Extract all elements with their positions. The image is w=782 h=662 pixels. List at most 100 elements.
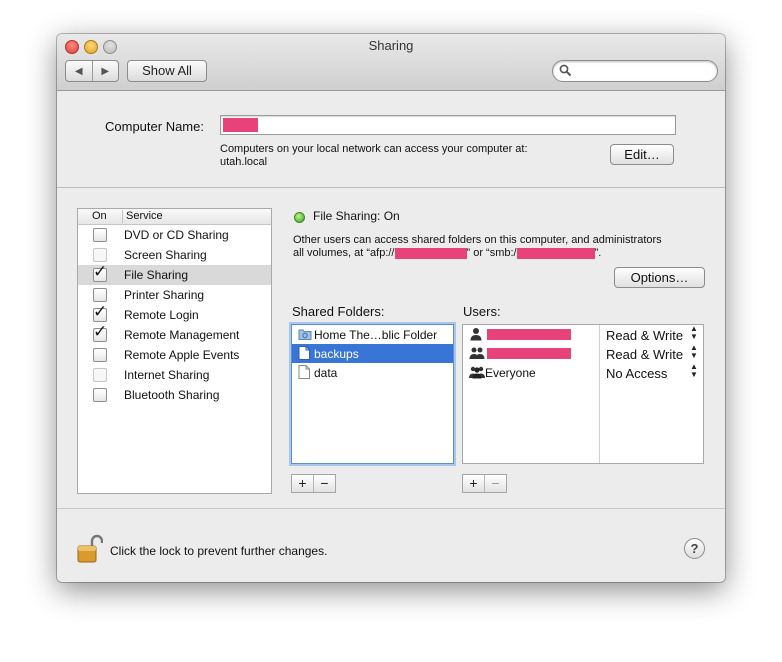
service-item-file-sharing[interactable]: ✓ File Sharing (78, 263, 271, 285)
service-list-header: On Service (78, 209, 271, 225)
checkmark-icon: ✓ (93, 302, 108, 321)
title-bar: Sharing ◀ ▶ Show All (57, 34, 725, 91)
service-name: Bluetooth Sharing (124, 388, 220, 402)
service-checkbox[interactable]: ✓ (93, 303, 107, 322)
service-name: Remote Management (124, 328, 240, 342)
description-line1: Other users can access shared folders on… (293, 234, 662, 246)
updown-arrows-icon[interactable]: ▲ ▼ (690, 363, 698, 379)
service-checkbox[interactable]: ✓ (93, 263, 107, 282)
single-user-icon (469, 327, 483, 344)
redacted-afp-address (394, 247, 467, 259)
folder-name: data (314, 366, 338, 380)
group-icon (469, 346, 485, 363)
service-item-remote-apple-events[interactable]: Remote Apple Events (78, 345, 271, 365)
back-button[interactable]: ◀ (66, 61, 93, 81)
search-icon (559, 64, 572, 77)
edit-button[interactable]: Edit… (610, 144, 674, 165)
user-name: Everyone (485, 366, 536, 380)
shared-folder-item[interactable]: Home The…blic Folder (292, 325, 453, 344)
shared-folders-label: Shared Folders: (292, 304, 385, 319)
forward-button[interactable]: ▶ (93, 61, 119, 81)
description-text-end: ”. (594, 247, 602, 259)
show-all-button[interactable]: Show All (127, 60, 207, 82)
sharing-status: File Sharing: On (313, 209, 400, 223)
remove-user-button[interactable]: − (485, 475, 506, 492)
folder-rows: Home The…blic Folder backups data (292, 325, 453, 382)
user-rows: Read & Write ▲ ▼ Read & Write ▲ ▼ Everyone No A… (463, 325, 703, 382)
user-add-remove: + − (462, 474, 507, 493)
service-item-internet-sharing[interactable]: Internet Sharing (78, 365, 271, 385)
service-checkbox[interactable] (93, 288, 107, 302)
local-hostname: utah.local (220, 156, 268, 168)
user-item[interactable]: Read & Write ▲ ▼ (463, 344, 703, 363)
service-name: DVD or CD Sharing (124, 228, 229, 242)
redacted-user-name (487, 329, 571, 340)
checkmark-icon: ✓ (93, 262, 108, 281)
window-title: Sharing (368, 38, 414, 53)
everyone-icon (469, 365, 485, 382)
computer-name-description-line1: Computers on your local network can acce… (220, 143, 528, 155)
add-folder-button[interactable]: + (292, 475, 314, 492)
service-checkbox[interactable] (93, 248, 107, 262)
column-header-service[interactable]: Service (122, 210, 163, 223)
column-header-on[interactable]: On (92, 210, 107, 222)
service-checkbox[interactable] (93, 368, 107, 382)
computer-name-label: Computer Name: (105, 119, 204, 134)
service-checkbox[interactable] (93, 388, 107, 402)
user-item[interactable]: Read & Write ▲ ▼ (463, 325, 703, 344)
updown-arrows-icon[interactable]: ▲ ▼ (690, 325, 698, 341)
checkmark-icon: ✓ (93, 322, 108, 341)
permission-popup[interactable]: No Access (606, 366, 667, 381)
document-icon (298, 365, 310, 382)
redacted-smb-address (516, 247, 595, 259)
redacted-computer-name (223, 118, 258, 132)
service-name: Internet Sharing (124, 368, 210, 382)
user-item[interactable]: Everyone No Access ▲ ▼ (463, 363, 703, 382)
lock-message: Click the lock to prevent further change… (110, 544, 328, 558)
service-item-dvd-or-cd-sharing[interactable]: DVD or CD Sharing (78, 225, 271, 245)
computer-name-pane: Computer Name: Computers on your local n… (57, 91, 725, 188)
service-name: Remote Login (124, 308, 199, 322)
footer-separator (57, 508, 725, 509)
description-text-afp: all volumes, at “afp:// (293, 247, 395, 259)
shared-folder-item[interactable]: data (292, 363, 453, 382)
add-user-button[interactable]: + (463, 475, 485, 492)
shared-folder-item[interactable]: backups (292, 344, 453, 363)
service-name: Screen Sharing (124, 248, 207, 262)
public-folder-icon (298, 327, 312, 344)
service-rows: DVD or CD Sharing Screen Sharing ✓ File Sha… (78, 225, 271, 405)
computer-name-description: Computers on your local network can acce… (220, 143, 528, 169)
service-checkbox[interactable] (93, 228, 107, 242)
redacted-user-name (487, 348, 571, 359)
help-button[interactable]: ? (684, 538, 705, 559)
description-text-smb: ” or “smb:/ (466, 247, 517, 259)
status-indicator-icon (294, 212, 305, 223)
shared-folders-list[interactable]: Home The…blic Folder backups data (291, 324, 454, 464)
remove-folder-button[interactable]: − (314, 475, 335, 492)
navigation-segment: ◀ ▶ (65, 60, 119, 82)
search-field[interactable] (552, 60, 718, 82)
service-name: Remote Apple Events (124, 348, 240, 362)
document-icon (298, 346, 310, 363)
service-name: Printer Sharing (124, 288, 205, 302)
permission-popup[interactable]: Read & Write (606, 347, 683, 362)
service-list: On Service DVD or CD Sharing Screen Shari… (77, 208, 272, 494)
unlocked-lock-icon[interactable] (77, 534, 103, 564)
service-checkbox[interactable]: ✓ (93, 323, 107, 342)
updown-arrows-icon[interactable]: ▲ ▼ (690, 344, 698, 360)
users-label: Users: (463, 304, 501, 319)
description-line2: all volumes, at “afp:// ” or “smb:/ ”. (293, 247, 713, 260)
service-item-bluetooth-sharing[interactable]: Bluetooth Sharing (78, 385, 271, 405)
sharing-window: Sharing ◀ ▶ Show All Computer Name: Comp… (57, 34, 725, 582)
service-checkbox[interactable] (93, 348, 107, 362)
folder-name: Home The…blic Folder (314, 328, 438, 342)
folder-name: backups (314, 347, 359, 361)
search-input[interactable] (575, 63, 713, 80)
service-item-remote-management[interactable]: ✓ Remote Management (78, 323, 271, 345)
service-name: File Sharing (124, 268, 189, 282)
file-sharing-description: Other users can access shared folders on… (293, 234, 713, 260)
permission-popup[interactable]: Read & Write (606, 328, 683, 343)
users-list[interactable]: Read & Write ▲ ▼ Read & Write ▲ ▼ Everyone No A… (462, 324, 704, 464)
options-button[interactable]: Options… (614, 267, 705, 288)
computer-name-field[interactable] (220, 115, 676, 135)
